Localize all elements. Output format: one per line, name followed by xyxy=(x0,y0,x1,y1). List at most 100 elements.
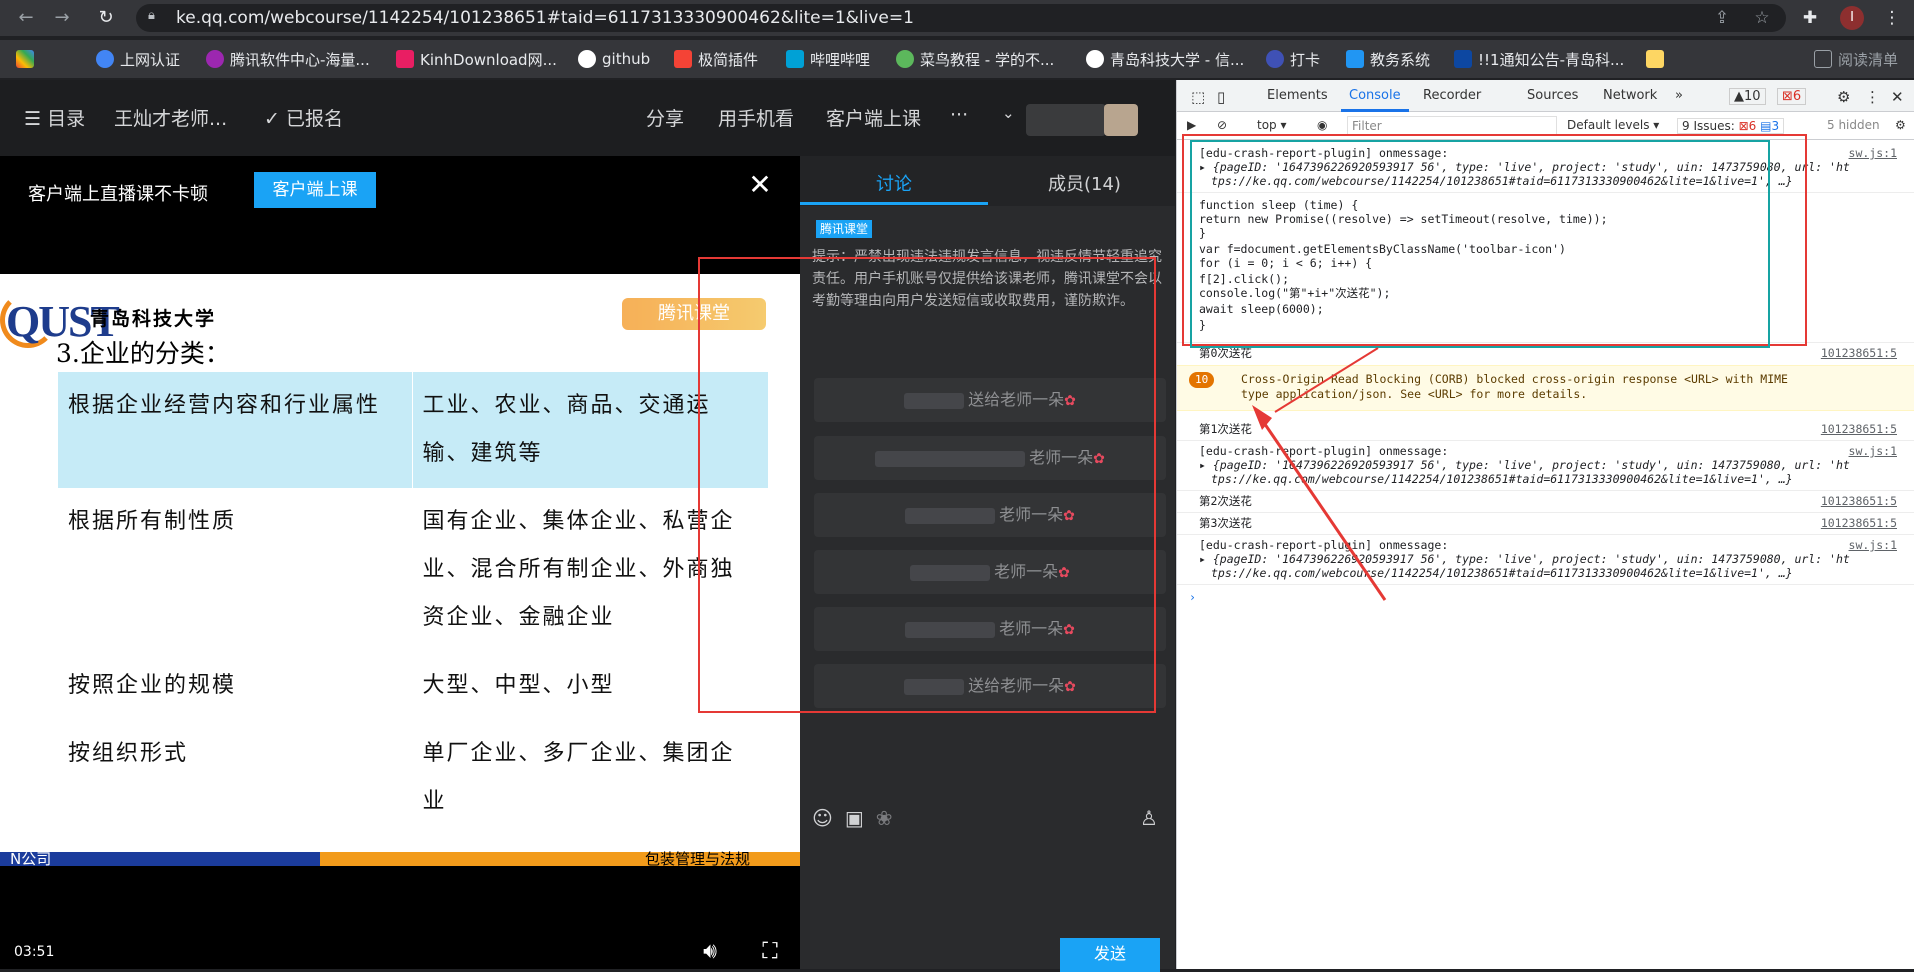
share-button[interactable]: 分享 xyxy=(646,104,684,131)
flower-icon: ✿ xyxy=(1064,393,1076,409)
volume-icon[interactable]: 🔊︎ xyxy=(696,938,724,966)
table-row: 按组织形式 单厂企业、多厂企业、集团企业 xyxy=(58,720,768,836)
image-icon[interactable]: ▣ xyxy=(845,806,864,830)
tab-members[interactable]: 成员(14) xyxy=(1048,170,1121,196)
code-line: var f=document.getElementsByClassName('t… xyxy=(1199,242,1566,256)
source-link[interactable]: 101238651:5 xyxy=(1821,516,1897,530)
bookmark-item[interactable]: 上网认证 xyxy=(96,48,180,70)
share-icon[interactable]: ⇪ xyxy=(1710,6,1734,30)
source-link[interactable]: 101238651:5 xyxy=(1821,494,1897,508)
log-levels-select[interactable]: Default levels ▾ xyxy=(1567,118,1659,132)
tencent-class-watermark: 腾讯课堂 xyxy=(622,298,766,330)
source-link[interactable]: sw.js:1 xyxy=(1849,538,1897,552)
more-menu-icon[interactable]: ⋮ xyxy=(1865,88,1880,106)
code-line: for (i = 0; i < 6; i++) { xyxy=(1199,256,1373,270)
console-object[interactable]: ▸ {pageID: '1647396226920593917 56', typ… xyxy=(1199,552,1850,567)
enrolled-status: ✓ 已报名 xyxy=(264,108,343,130)
slide-content: QUST 青岛科技大学 腾讯课堂 3.企业的分类： 根据企业经营内容和行业属性 … xyxy=(0,274,800,866)
close-icon[interactable]: ✕ xyxy=(745,170,775,200)
tab-recorder[interactable]: Recorder xyxy=(1423,88,1481,103)
context-select[interactable]: top ▾ xyxy=(1257,118,1287,132)
phone-view-button[interactable]: 用手机看 xyxy=(718,104,794,131)
errors-count[interactable]: ⊠6 xyxy=(1777,88,1807,105)
reload-icon[interactable]: ↻ xyxy=(94,6,118,30)
chevron-down-icon[interactable]: ⌄ xyxy=(1002,104,1015,122)
console-object[interactable]: ▸ {pageID: '1647396226920593917 56', typ… xyxy=(1199,458,1850,473)
apps-icon[interactable] xyxy=(16,48,34,70)
clear-console-icon[interactable]: ⊘ xyxy=(1217,118,1227,132)
chat-message: 老师一朵✿ xyxy=(814,493,1166,537)
tab-elements[interactable]: Elements xyxy=(1267,88,1328,103)
user-name-blurred xyxy=(1026,104,1106,136)
source-link[interactable]: 101238651:5 xyxy=(1821,346,1897,360)
client-class-button[interactable]: 客户端上课 xyxy=(826,104,921,131)
console-object-cont: tps://ke.qq.com/webcourse/1142254/101238… xyxy=(1211,174,1793,188)
emoji-icon[interactable]: ☺ xyxy=(812,806,833,830)
bookmark-item[interactable]: !!1通知公告-青岛科... xyxy=(1454,48,1624,70)
user-icon[interactable]: ♙ xyxy=(1140,806,1158,830)
kinh-icon xyxy=(396,50,414,68)
star-icon[interactable]: ☆ xyxy=(1750,6,1774,30)
flower-icon: ✿ xyxy=(1064,679,1076,695)
table-row: 根据企业经营内容和行业属性 工业、农业、商品、交通运输、建筑等 xyxy=(58,372,768,488)
academic-icon xyxy=(1346,50,1364,68)
console-filter-input[interactable]: Filter xyxy=(1347,116,1557,136)
globe-icon xyxy=(96,50,114,68)
tab-discuss[interactable]: 讨论 xyxy=(876,170,912,196)
close-devtools-icon[interactable]: ✕ xyxy=(1891,88,1904,106)
active-tab-indicator xyxy=(800,202,988,205)
more-tabs-icon[interactable]: » xyxy=(1675,88,1683,103)
catalog-button[interactable]: ☰ 目录 xyxy=(24,104,85,131)
more-button[interactable]: ··· xyxy=(950,104,968,126)
chat-message: 老师一朵✿ xyxy=(814,607,1166,651)
table-row: 根据所有制性质 国有企业、集体企业、私营企业、混合所有制企业、外商独资企业、金融… xyxy=(58,488,768,652)
reading-list[interactable]: 阅读清单 xyxy=(1814,48,1898,70)
source-link[interactable]: sw.js:1 xyxy=(1849,444,1897,458)
console-prompt[interactable]: › xyxy=(1189,590,1196,605)
device-toolbar-icon[interactable]: ▯ xyxy=(1217,88,1225,106)
issues-button[interactable]: 9 Issues: ⊠6 ▤3 xyxy=(1677,118,1785,134)
settings-icon[interactable]: ⚙ xyxy=(1837,88,1850,106)
blurred-username xyxy=(905,507,996,524)
tab-console[interactable]: Console xyxy=(1349,88,1401,103)
bookmark-item[interactable]: 教务系统 xyxy=(1346,48,1430,70)
folder-icon[interactable] xyxy=(1646,48,1664,70)
send-button[interactable]: 发送 xyxy=(1060,938,1160,972)
bookmark-item[interactable]: 极简插件 xyxy=(674,48,758,70)
inspect-icon[interactable]: ⬚ xyxy=(1191,88,1205,106)
source-link[interactable]: sw.js:1 xyxy=(1849,146,1897,160)
bookmark-item[interactable]: github xyxy=(578,48,650,70)
bookmark-item[interactable]: 打卡 xyxy=(1266,48,1320,70)
chat-tabs: 讨论 成员(14) xyxy=(800,156,1175,206)
bookmark-item[interactable]: 哔哩哔哩 xyxy=(786,48,870,70)
source-link[interactable]: 101238651:5 xyxy=(1821,422,1897,436)
console-log: [edu-crash-report-plugin] onmessage: xyxy=(1199,146,1449,160)
address-bar[interactable]: 🔒︎ ke.qq.com/webcourse/1142254/101238651… xyxy=(136,4,1786,32)
fullscreen-icon[interactable]: ⛶ xyxy=(756,938,784,966)
console-object[interactable]: ▸ {pageID: '1647396226920593917 56', typ… xyxy=(1199,160,1850,175)
flower-icon: ✿ xyxy=(1058,565,1070,581)
teacher-name[interactable]: 王灿才老师... xyxy=(114,104,227,131)
table-cell: 按组织形式 xyxy=(58,720,413,836)
tab-sources[interactable]: Sources xyxy=(1527,88,1578,103)
warning-count-badge: 10 xyxy=(1189,372,1215,388)
bookmark-item[interactable]: 菜鸟教程 - 学的不... xyxy=(896,48,1054,70)
avatar[interactable] xyxy=(1104,104,1138,136)
warnings-count[interactable]: ▲10 xyxy=(1729,88,1766,105)
extensions-icon[interactable]: ✚ xyxy=(1798,6,1822,30)
bookmark-item[interactable]: 腾讯软件中心-海量... xyxy=(206,48,370,70)
eye-icon[interactable]: ◉ xyxy=(1317,118,1327,132)
console-settings-icon[interactable]: ⚙ xyxy=(1895,118,1906,132)
toolbar-icon-flower[interactable]: ❀ xyxy=(876,806,893,830)
browser-menu-icon[interactable]: ⋮ xyxy=(1880,6,1904,30)
sidebar-toggle-icon[interactable]: ▶ xyxy=(1187,118,1196,132)
banner-client-button[interactable]: 客户端上课 xyxy=(254,172,376,208)
chat-message: 老师一朵✿ xyxy=(814,550,1166,594)
bookmark-item[interactable]: 青岛科技大学 - 信... xyxy=(1086,48,1244,70)
blurred-username xyxy=(875,450,1026,467)
forward-icon[interactable]: → xyxy=(50,6,74,30)
profile-avatar[interactable]: I xyxy=(1840,6,1864,30)
back-icon[interactable]: ← xyxy=(14,6,38,30)
tab-network[interactable]: Network xyxy=(1603,88,1657,103)
bookmark-item[interactable]: KinhDownload网... xyxy=(396,48,557,70)
